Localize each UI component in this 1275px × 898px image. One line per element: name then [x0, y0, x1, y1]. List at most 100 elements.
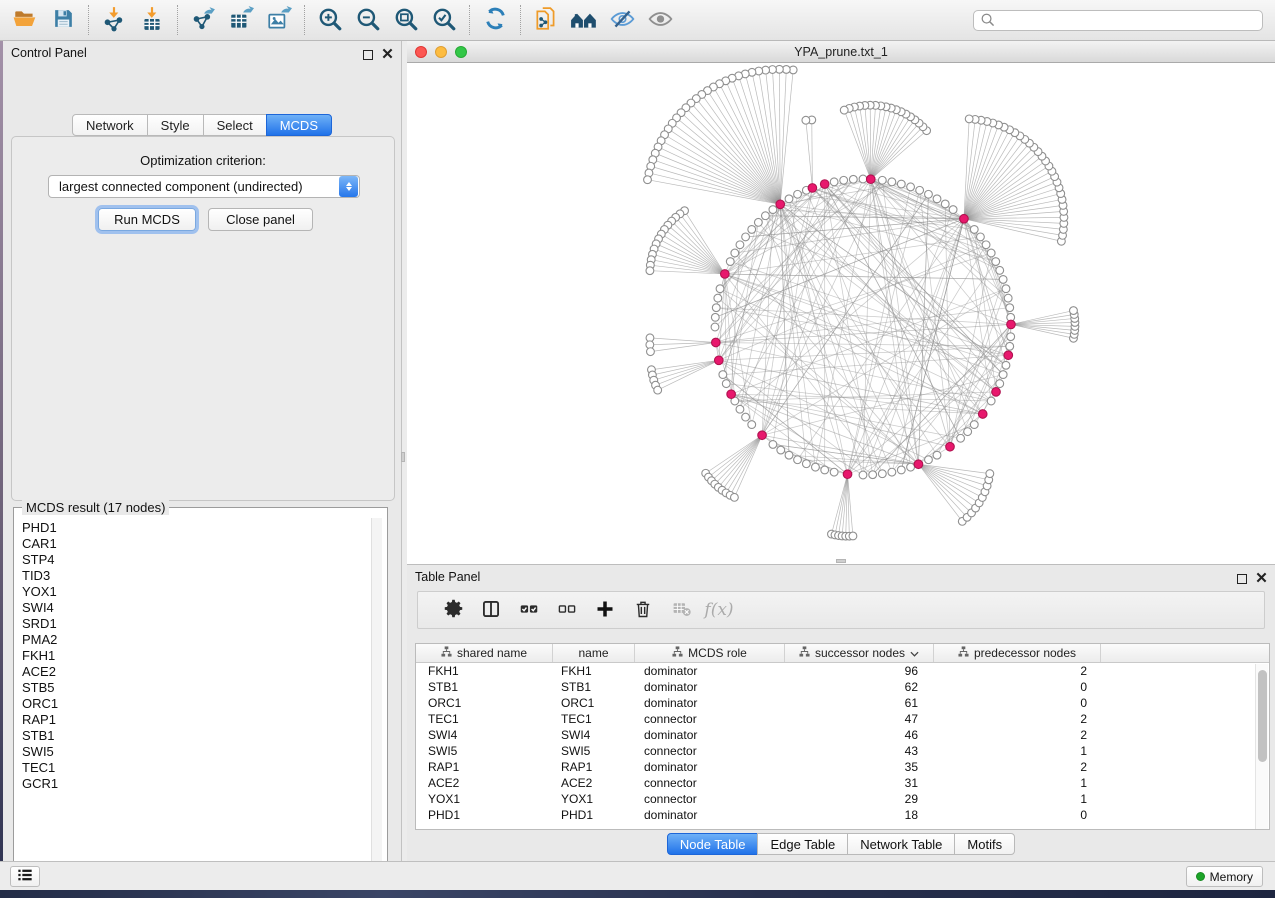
network-node[interactable] — [785, 195, 793, 203]
mcds-hub-node[interactable] — [820, 180, 829, 189]
mcds-hub-node[interactable] — [808, 184, 817, 193]
network-node[interactable] — [999, 371, 1007, 379]
network-node[interactable] — [982, 241, 990, 249]
network-from-selection-button[interactable] — [527, 4, 565, 36]
mcds-result-item[interactable]: TID3 — [22, 568, 373, 584]
table-scrollbar-thumb[interactable] — [1258, 670, 1267, 762]
network-node[interactable] — [897, 180, 905, 188]
mcds-hub-node[interactable] — [1004, 351, 1013, 360]
export-image-button[interactable] — [260, 4, 298, 36]
network-leaf-node[interactable] — [965, 115, 973, 123]
table-row[interactable]: ACE2ACE2connector311 — [416, 775, 1269, 791]
table-row[interactable]: TEC1TEC1connector472 — [416, 711, 1269, 727]
network-node[interactable] — [830, 468, 838, 476]
mcds-hub-node[interactable] — [758, 431, 767, 440]
network-leaf-node[interactable] — [644, 176, 652, 184]
network-node[interactable] — [907, 183, 915, 191]
network-node[interactable] — [785, 451, 793, 459]
network-leaf-node[interactable] — [731, 493, 739, 501]
network-node[interactable] — [888, 468, 896, 476]
column-header-successor-nodes[interactable]: successor nodes — [785, 644, 934, 662]
close-panel-icon[interactable] — [1256, 571, 1267, 586]
network-node[interactable] — [987, 397, 995, 405]
function-builder-button[interactable]: f(x) — [700, 595, 738, 625]
network-node[interactable] — [999, 276, 1007, 284]
table-row[interactable]: ORC1ORC1dominator610 — [416, 695, 1269, 711]
network-leaf-node[interactable] — [654, 386, 662, 394]
network-node[interactable] — [878, 176, 886, 184]
network-node[interactable] — [821, 466, 829, 474]
refresh-button[interactable] — [476, 4, 514, 36]
tab-select[interactable]: Select — [203, 114, 267, 136]
network-node[interactable] — [925, 190, 933, 198]
mcds-hub-node[interactable] — [712, 338, 721, 347]
hide-selected-button[interactable] — [603, 4, 641, 36]
run-mcds-button[interactable]: Run MCDS — [98, 208, 196, 231]
network-node[interactable] — [970, 226, 978, 234]
export-table-button[interactable] — [222, 4, 260, 36]
mcds-hub-node[interactable] — [914, 460, 923, 469]
network-leaf-node[interactable] — [1070, 307, 1078, 315]
network-node[interactable] — [716, 285, 724, 293]
column-header-MCDS-role[interactable]: MCDS role — [635, 644, 785, 662]
network-node[interactable] — [964, 428, 972, 436]
memory-button[interactable]: Memory — [1186, 866, 1263, 887]
mcds-result-item[interactable]: STB1 — [22, 728, 373, 744]
network-leaf-node[interactable] — [802, 116, 810, 124]
tab-node-table[interactable]: Node Table — [667, 833, 759, 855]
delete-table-button[interactable] — [662, 595, 700, 625]
save-session-button[interactable] — [44, 4, 82, 36]
table-row[interactable]: STB1STB1dominator620 — [416, 679, 1269, 695]
mcds-result-item[interactable]: SWI5 — [22, 744, 373, 760]
network-node[interactable] — [794, 456, 802, 464]
float-panel-icon[interactable] — [1237, 574, 1247, 584]
tab-network-table[interactable]: Network Table — [847, 833, 955, 855]
network-node[interactable] — [736, 405, 744, 413]
network-node[interactable] — [711, 313, 719, 321]
network-canvas[interactable] — [407, 63, 1275, 564]
mcds-result-item[interactable]: TEC1 — [22, 760, 373, 776]
tab-network[interactable]: Network — [72, 114, 148, 136]
network-node[interactable] — [762, 212, 770, 220]
zoom-selected-button[interactable] — [425, 4, 463, 36]
mcds-result-item[interactable]: SWI4 — [22, 600, 373, 616]
mcds-hub-node[interactable] — [843, 470, 852, 479]
tab-edge-table[interactable]: Edge Table — [757, 833, 848, 855]
network-node[interactable] — [878, 470, 886, 478]
mcds-hub-node[interactable] — [1007, 320, 1016, 329]
panel-list-button[interactable] — [10, 866, 40, 887]
mcds-result-item[interactable]: CAR1 — [22, 536, 373, 552]
mcds-result-item[interactable]: FKH1 — [22, 648, 373, 664]
table-row[interactable]: FKH1FKH1dominator962 — [416, 663, 1269, 679]
network-node[interactable] — [970, 421, 978, 429]
mcds-hub-node[interactable] — [776, 200, 785, 209]
network-node[interactable] — [711, 323, 719, 331]
network-node[interactable] — [987, 249, 995, 257]
network-node[interactable] — [777, 446, 785, 454]
mcds-result-item[interactable]: PHD1 — [22, 520, 373, 536]
network-node[interactable] — [719, 371, 727, 379]
horizontal-splitter-grip[interactable] — [836, 559, 846, 563]
network-node[interactable] — [996, 380, 1004, 388]
network-node[interactable] — [941, 200, 949, 208]
network-node[interactable] — [748, 226, 756, 234]
import-network-button[interactable] — [95, 4, 133, 36]
table-scrollbar[interactable] — [1255, 664, 1268, 829]
mcds-hub-node[interactable] — [714, 356, 723, 365]
table-settings-button[interactable] — [434, 595, 472, 625]
network-node[interactable] — [736, 241, 744, 249]
network-leaf-node[interactable] — [646, 267, 654, 275]
network-node[interactable] — [859, 175, 867, 183]
mcds-result-item[interactable]: RAP1 — [22, 712, 373, 728]
mcds-result-item[interactable]: PMA2 — [22, 632, 373, 648]
criterion-select[interactable]: largest connected component (undirected) — [48, 175, 360, 198]
network-node[interactable] — [888, 178, 896, 186]
mcds-result-item[interactable]: YOX1 — [22, 584, 373, 600]
network-node[interactable] — [830, 178, 838, 186]
show-all-button[interactable] — [565, 4, 603, 36]
table-row[interactable]: PHD1PHD1dominator180 — [416, 807, 1269, 823]
import-table-button[interactable] — [133, 4, 171, 36]
network-node[interactable] — [1002, 361, 1010, 369]
network-node[interactable] — [1006, 342, 1014, 350]
deselect-all-button[interactable] — [548, 595, 586, 625]
